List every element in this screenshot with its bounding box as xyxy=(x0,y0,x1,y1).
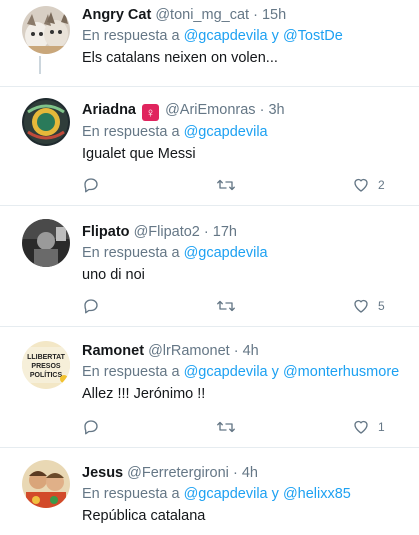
svg-text:PRESOS: PRESOS xyxy=(31,363,61,370)
tweet-header: Ramonet @lrRamonet · 4h xyxy=(82,342,411,361)
avatar[interactable] xyxy=(22,460,70,508)
mention-link[interactable]: @gcapdevila xyxy=(184,245,268,261)
author-name[interactable]: Jesus xyxy=(82,465,123,481)
tweet-text: República catalana xyxy=(82,508,206,524)
author-name[interactable]: Angry Cat xyxy=(82,7,151,23)
mention-link[interactable]: @monterhusmore xyxy=(283,364,399,380)
retweet-icon xyxy=(217,300,235,312)
mention-joiner: y xyxy=(271,28,279,44)
tweet[interactable]: LLIBERTAT PRESOS POLÍTICS Ramonet @lrRam… xyxy=(0,327,419,448)
reply-icon xyxy=(84,420,98,435)
heart-icon xyxy=(354,420,368,434)
tweet-actions: 2 xyxy=(82,176,412,196)
retweet-icon xyxy=(217,179,235,191)
svg-text:LLIBERTAT: LLIBERTAT xyxy=(27,354,66,361)
reply-context: En respuesta a @gcapdevila y @helixx85 xyxy=(82,485,411,504)
tweet-header: Flipato @Flipato2 · 17h xyxy=(82,223,411,242)
retweet-icon xyxy=(217,421,235,433)
retweet-button[interactable] xyxy=(216,418,236,436)
avatar[interactable]: LLIBERTAT PRESOS POLÍTICS xyxy=(22,341,70,389)
mention-link[interactable]: @TostDe xyxy=(283,28,343,44)
thread-line xyxy=(39,56,41,74)
mention-joiner: y xyxy=(271,486,279,502)
mention-joiner: y xyxy=(271,364,279,380)
timestamp[interactable]: 17h xyxy=(213,224,237,240)
reply-context: En respuesta a @gcapdevila y @monterhusm… xyxy=(82,363,411,382)
timestamp[interactable]: 4h xyxy=(243,343,259,359)
reply-prefix: En respuesta a xyxy=(82,486,180,502)
separator-dot: · xyxy=(253,7,258,23)
reply-context: En respuesta a @gcapdevila y @TostDe xyxy=(82,27,411,46)
separator-dot: · xyxy=(232,465,238,481)
tweet-header: Ariadna ♀ @AriEmonras · 3h xyxy=(82,101,411,121)
avatar[interactable] xyxy=(22,219,70,267)
separator-dot: · xyxy=(259,102,265,118)
reply-prefix: En respuesta a xyxy=(82,28,180,44)
like-count: 2 xyxy=(378,178,385,192)
author-handle[interactable]: @AriEmonras xyxy=(165,102,255,118)
like-button[interactable]: 5 xyxy=(352,297,385,315)
mention-link[interactable]: @gcapdevila xyxy=(184,364,268,380)
author-handle[interactable]: @Ferretergironi xyxy=(127,465,229,481)
author-name[interactable]: Ariadna xyxy=(82,102,136,118)
author-name[interactable]: Flipato xyxy=(82,224,130,240)
reply-prefix: En respuesta a xyxy=(82,245,180,261)
reply-icon xyxy=(84,178,98,193)
reply-button[interactable] xyxy=(82,297,100,315)
reply-context: En respuesta a @gcapdevila xyxy=(82,244,411,263)
tweet[interactable]: Angry Cat @toni_mg_cat · 15h En respuest… xyxy=(0,0,419,74)
tweet-text: Els catalans neixen on volen... xyxy=(82,50,278,66)
mention-link[interactable]: @gcapdevila xyxy=(184,124,268,140)
author-handle[interactable]: @lrRamonet xyxy=(148,343,230,359)
tweet-header: Angry Cat @toni_mg_cat · 15h xyxy=(82,6,411,25)
tweet-actions: 5 xyxy=(82,297,412,317)
mention-link[interactable]: @helixx85 xyxy=(283,486,351,502)
reply-prefix: En respuesta a xyxy=(82,124,180,140)
tweet-text: Igualet que Messi xyxy=(82,146,196,162)
reply-context: En respuesta a @gcapdevila xyxy=(82,123,411,142)
reply-button[interactable] xyxy=(82,176,100,194)
tweet-actions: 1 xyxy=(82,418,412,438)
author-handle[interactable]: @toni_mg_cat xyxy=(155,7,249,23)
tweet[interactable]: Ariadna ♀ @AriEmonras · 3h En respuesta … xyxy=(0,87,419,206)
tweet[interactable]: Flipato @Flipato2 · 17h En respuesta a @… xyxy=(0,206,419,327)
heart-icon xyxy=(354,299,368,313)
author-name[interactable]: Ramonet xyxy=(82,343,144,359)
retweet-button[interactable] xyxy=(216,297,236,315)
mention-link[interactable]: @gcapdevila xyxy=(184,28,268,44)
timestamp[interactable]: 4h xyxy=(242,465,258,481)
avatar[interactable] xyxy=(22,6,70,54)
like-button[interactable]: 2 xyxy=(352,176,385,194)
tweet-text: Allez !!! Jerónimo !! xyxy=(82,386,206,402)
tweet-header: Jesus @Ferretergironi · 4h xyxy=(82,464,411,483)
author-handle[interactable]: @Flipato2 xyxy=(134,224,200,240)
avatar[interactable] xyxy=(22,98,70,146)
like-count: 5 xyxy=(378,299,385,313)
tweet[interactable]: Jesus @Ferretergironi · 4h En respuesta … xyxy=(0,448,419,535)
heart-icon xyxy=(354,178,368,192)
timestamp[interactable]: 15h xyxy=(262,7,286,23)
like-count: 1 xyxy=(378,420,385,434)
separator-dot: · xyxy=(233,343,239,359)
tweet-text: uno di noi xyxy=(82,267,145,283)
like-button[interactable]: 1 xyxy=(352,418,385,436)
reply-button[interactable] xyxy=(82,418,100,436)
svg-text:POLÍTICS: POLÍTICS xyxy=(30,370,63,379)
reply-prefix: En respuesta a xyxy=(82,364,180,380)
reply-icon xyxy=(84,299,98,314)
timestamp[interactable]: 3h xyxy=(268,102,284,118)
venus-emoji-icon: ♀ xyxy=(142,104,160,121)
separator-dot: · xyxy=(203,224,209,240)
mention-link[interactable]: @gcapdevila xyxy=(184,486,268,502)
retweet-button[interactable] xyxy=(216,176,236,194)
